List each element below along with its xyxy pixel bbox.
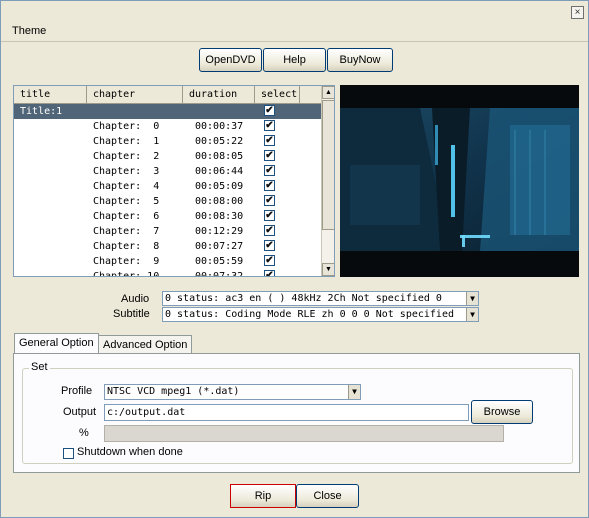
video-frame-image bbox=[340, 85, 579, 277]
title-bar: × bbox=[1, 1, 588, 21]
table-body: Title:1 ✔ Chapter: 0 00:00:37 ✔ Chapter: 10… bbox=[14, 104, 322, 276]
column-header-duration[interactable]: duration bbox=[183, 86, 255, 104]
table-row[interactable]: Chapter: 2 00:08:05 ✔ bbox=[14, 149, 322, 164]
tab-general-option[interactable]: General Option bbox=[14, 333, 99, 355]
help-button[interactable]: Help bbox=[263, 48, 326, 72]
main-window: × Theme OpenDVD Help BuyNow title chapte… bbox=[0, 0, 589, 518]
audio-label: Audio bbox=[121, 293, 150, 305]
tab-advanced-option[interactable]: Advanced Option bbox=[98, 335, 193, 355]
rip-progress-bar bbox=[104, 425, 504, 442]
scroll-down-icon[interactable]: ▼ bbox=[322, 263, 334, 276]
profile-value: NTSC VCD mpeg1 (*.dat) bbox=[107, 386, 240, 397]
title-select-checkbox[interactable]: ✔ bbox=[264, 105, 275, 116]
chapter-select-checkbox[interactable]: ✔ bbox=[264, 255, 275, 266]
output-path-input[interactable]: c:/output.dat bbox=[104, 404, 469, 421]
duration-cell: 00:05:22 bbox=[195, 136, 244, 147]
duration-cell: 00:12:29 bbox=[195, 226, 244, 237]
chapter-select-checkbox[interactable]: ✔ bbox=[264, 135, 275, 146]
table-row[interactable]: Chapter: 7 00:12:29 ✔ bbox=[14, 224, 322, 239]
chapter-cell: Chapter: 4 bbox=[93, 181, 160, 192]
subtitle-value: 0 status: Coding Mode RLE zh 0 0 0 Not s… bbox=[165, 309, 454, 320]
chapter-select-checkbox[interactable]: ✔ bbox=[264, 210, 275, 221]
chapter-select-checkbox[interactable]: ✔ bbox=[264, 150, 275, 161]
chapter-select-checkbox[interactable]: ✔ bbox=[264, 180, 275, 191]
column-header-title[interactable]: title bbox=[14, 86, 87, 104]
duration-cell: 00:05:09 bbox=[195, 181, 244, 192]
chapter-cell: Chapter: 0 bbox=[93, 121, 160, 132]
audio-select[interactable]: 0 status: ac3 en ( ) 48kHz 2Ch Not speci… bbox=[162, 291, 479, 306]
chapter-cell: Chapter: 3 bbox=[93, 166, 160, 177]
close-icon[interactable]: × bbox=[571, 6, 584, 19]
output-label: Output bbox=[63, 406, 97, 418]
shutdown-label[interactable]: Shutdown when done bbox=[77, 446, 183, 458]
chapter-select-checkbox[interactable]: ✔ bbox=[264, 240, 275, 251]
menu-bar: Theme bbox=[1, 21, 588, 42]
subtitle-select[interactable]: 0 status: Coding Mode RLE zh 0 0 0 Not s… bbox=[162, 307, 479, 322]
chapter-select-checkbox[interactable]: ✔ bbox=[264, 120, 275, 131]
open-dvd-button[interactable]: OpenDVD bbox=[199, 48, 262, 72]
chapter-cell: Chapter: 10 bbox=[93, 269, 159, 276]
chevron-down-icon[interactable]: ▼ bbox=[348, 385, 360, 399]
table-row[interactable]: Chapter: 6 00:08:30 ✔ bbox=[14, 209, 322, 224]
table-row[interactable]: Chapter: 4 00:05:09 ✔ bbox=[14, 179, 322, 194]
table-row[interactable]: Chapter: 5 00:08:00 ✔ bbox=[14, 194, 322, 209]
chapter-cell: Chapter: 2 bbox=[93, 151, 160, 162]
duration-cell: 00:07:32 bbox=[195, 269, 243, 276]
chapter-table[interactable]: title chapter duration select Title:1 ✔ … bbox=[13, 85, 335, 277]
table-row[interactable]: Chapter: 9 00:05:59 ✔ bbox=[14, 254, 322, 269]
menu-theme[interactable]: Theme bbox=[12, 25, 46, 37]
chapter-cell: Chapter: 8 bbox=[93, 241, 160, 252]
chapter-select-checkbox[interactable]: ✔ bbox=[264, 195, 275, 206]
shutdown-checkbox[interactable] bbox=[63, 448, 74, 459]
table-row[interactable]: Chapter: 0 00:00:37 ✔ bbox=[14, 119, 322, 134]
chevron-down-icon[interactable]: ▼ bbox=[466, 292, 478, 305]
table-row[interactable]: Chapter: 1 00:05:22 ✔ bbox=[14, 134, 322, 149]
chapter-cell: Chapter: 7 bbox=[93, 226, 160, 237]
scroll-up-icon[interactable]: ▲ bbox=[322, 86, 334, 99]
table-row[interactable]: Chapter: 3 00:06:44 ✔ bbox=[14, 164, 322, 179]
chapter-select-checkbox[interactable]: ✔ bbox=[264, 270, 275, 276]
general-option-panel: Set Profile NTSC VCD mpeg1 (*.dat) ▼ Out… bbox=[13, 353, 580, 473]
percent-label: % bbox=[79, 427, 89, 439]
duration-cell: 00:05:59 bbox=[195, 256, 244, 267]
duration-cell: 00:07:27 bbox=[195, 241, 244, 252]
scroll-thumb[interactable] bbox=[322, 100, 334, 230]
table-header: title chapter duration select bbox=[14, 86, 322, 104]
column-header-chapter[interactable]: chapter bbox=[87, 86, 183, 104]
video-preview bbox=[340, 85, 579, 277]
duration-cell: 00:08:05 bbox=[195, 151, 244, 162]
table-row[interactable]: Chapter: 8 00:07:27 ✔ bbox=[14, 239, 322, 254]
chevron-down-icon[interactable]: ▼ bbox=[466, 308, 478, 321]
audio-value: 0 status: ac3 en ( ) 48kHz 2Ch Not speci… bbox=[165, 293, 442, 304]
title-row[interactable]: Title:1 ✔ bbox=[14, 104, 322, 119]
profile-select[interactable]: NTSC VCD mpeg1 (*.dat) ▼ bbox=[104, 384, 361, 400]
chapter-select-checkbox[interactable]: ✔ bbox=[264, 225, 275, 236]
buy-now-button[interactable]: BuyNow bbox=[327, 48, 393, 72]
chapter-cell: Chapter: 6 bbox=[93, 211, 160, 222]
table-scrollbar[interactable]: ▲ ▼ bbox=[321, 86, 334, 276]
duration-cell: 00:08:00 bbox=[195, 196, 244, 207]
table-row[interactable]: Chapter: 10 00:07:32 ✔ bbox=[14, 269, 322, 276]
duration-cell: 00:00:37 bbox=[195, 121, 244, 132]
duration-cell: 00:08:30 bbox=[195, 211, 244, 222]
subtitle-label: Subtitle bbox=[113, 308, 150, 320]
chapter-cell: Chapter: 9 bbox=[93, 256, 160, 267]
chapter-select-checkbox[interactable]: ✔ bbox=[264, 165, 275, 176]
browse-button[interactable]: Browse bbox=[471, 400, 533, 424]
column-header-select[interactable]: select bbox=[255, 86, 300, 104]
set-groupbox: Set Profile NTSC VCD mpeg1 (*.dat) ▼ Out… bbox=[22, 361, 573, 464]
profile-label: Profile bbox=[61, 385, 93, 397]
close-button[interactable]: Close bbox=[296, 484, 359, 508]
chapter-cell: Chapter: 5 bbox=[93, 196, 160, 207]
chapter-cell: Chapter: 1 bbox=[93, 136, 160, 147]
set-group-title: Set bbox=[29, 361, 50, 373]
title-cell: Title:1 bbox=[20, 106, 63, 117]
duration-cell: 00:06:44 bbox=[195, 166, 244, 177]
rip-button[interactable]: Rip bbox=[230, 484, 296, 508]
